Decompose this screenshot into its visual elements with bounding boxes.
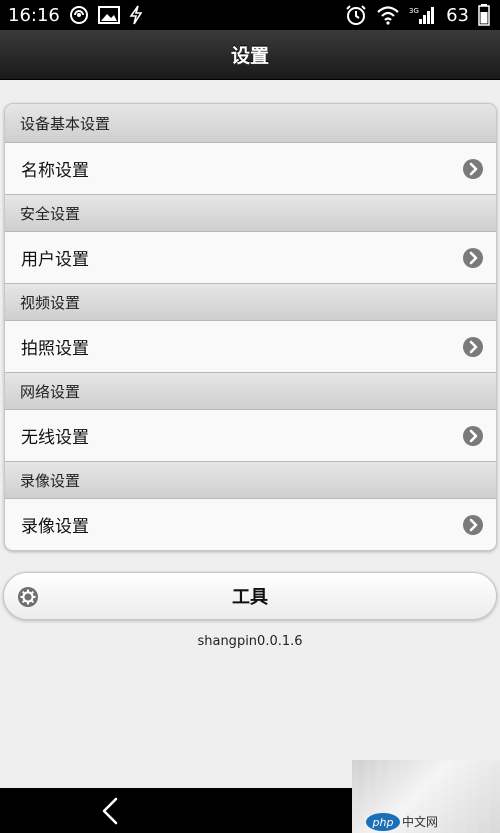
setting-item-wireless[interactable]: 无线设置 [5, 410, 496, 461]
watermark: php 中文网 [352, 760, 500, 833]
sync-icon [69, 5, 89, 25]
page-title: 设置 [230, 45, 269, 67]
chevron-right-circle-icon [462, 158, 484, 180]
group-header-security: 安全设置 [5, 194, 496, 232]
status-bar: 16:16 3G 63 [0, 0, 500, 30]
header-bar: 设置 [0, 30, 500, 80]
tools-label: 工具 [232, 587, 268, 608]
image-icon [97, 6, 120, 24]
version-text: shangpin0.0.1.6 [197, 634, 303, 649]
network-type-text: 3G [409, 7, 419, 15]
setting-item-label: 录像设置 [21, 517, 89, 537]
back-icon[interactable] [98, 796, 122, 826]
setting-item-name[interactable]: 名称设置 [5, 143, 496, 194]
status-time: 16:16 [8, 4, 60, 26]
setting-item-label: 用户设置 [21, 250, 89, 270]
setting-item-photo[interactable]: 拍照设置 [5, 321, 496, 372]
battery-level: 63 [446, 4, 469, 26]
setting-item-label: 无线设置 [21, 428, 89, 448]
wifi-icon [376, 5, 400, 25]
group-header-device-basic: 设备基本设置 [5, 104, 496, 143]
chevron-right-circle-icon [462, 425, 484, 447]
chevron-right-circle-icon [462, 247, 484, 269]
signal-icon: 3G [409, 5, 437, 25]
setting-item-recording[interactable]: 录像设置 [5, 499, 496, 550]
battery-icon [478, 4, 490, 26]
setting-item-label: 名称设置 [21, 161, 89, 181]
setting-item-label: 拍照设置 [21, 339, 89, 359]
setting-item-user[interactable]: 用户设置 [5, 232, 496, 283]
tools-button[interactable]: 工具 [3, 572, 497, 620]
flash-icon [129, 5, 143, 25]
settings-list: 设备基本设置 名称设置 安全设置 用户设置 视频设置 拍照设置 网络设置 无线设… [4, 103, 497, 551]
chevron-right-circle-icon [462, 514, 484, 536]
chevron-right-circle-icon [462, 336, 484, 358]
alarm-icon [345, 4, 367, 26]
watermark-text: 中文网 [402, 815, 439, 829]
status-left: 16:16 [8, 5, 143, 26]
group-header-video: 视频设置 [5, 283, 496, 321]
status-right: 3G 63 [345, 4, 490, 26]
watermark-logo: php [366, 813, 400, 831]
gear-icon [17, 586, 39, 608]
group-header-network: 网络设置 [5, 372, 496, 410]
group-header-recording: 录像设置 [5, 461, 496, 499]
